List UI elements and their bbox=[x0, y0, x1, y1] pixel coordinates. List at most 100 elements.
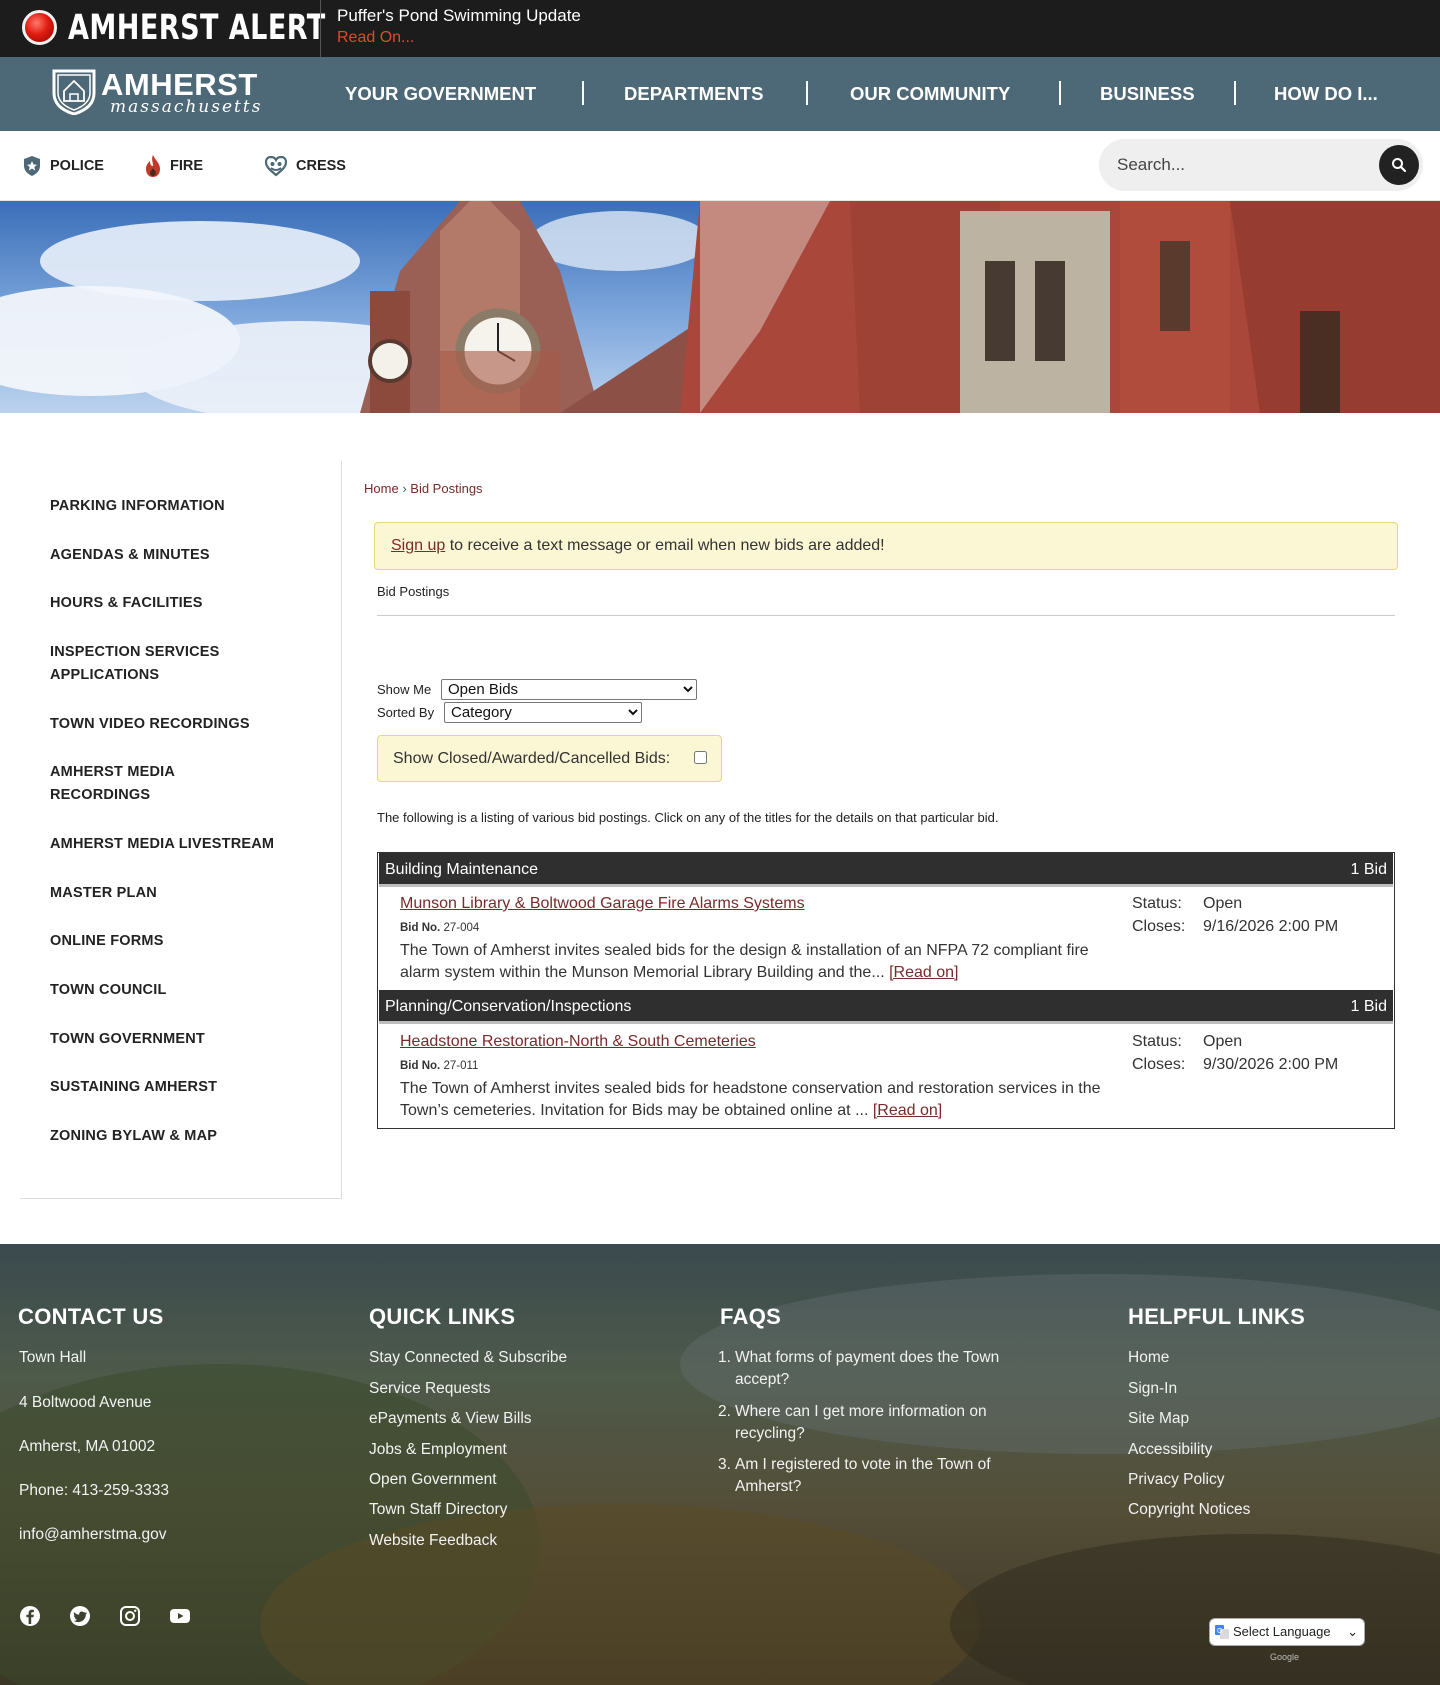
bid-status-label: Status: bbox=[1132, 895, 1182, 912]
nav-how-do-i[interactable]: HOW DO I... bbox=[1274, 81, 1378, 107]
site-footer: CONTACT US Town Hall 4 Boltwood Avenue A… bbox=[0, 1244, 1440, 1685]
sidebar-item-online-forms[interactable]: ONLINE FORMS bbox=[50, 930, 320, 953]
bid-row: Headstone Restoration-North & South Ceme… bbox=[379, 1027, 1393, 1128]
instagram-icon[interactable] bbox=[118, 1604, 142, 1628]
sorted-by-label: Sorted By bbox=[377, 705, 435, 720]
search-icon bbox=[1392, 158, 1407, 173]
bid-status-value: Open bbox=[1203, 1033, 1243, 1050]
faqs-heading: FAQS bbox=[720, 1304, 782, 1329]
quick-link[interactable]: Open Government bbox=[369, 1469, 497, 1491]
alert-title: AMHERST ALERT bbox=[68, 8, 326, 48]
quick-link[interactable]: Website Feedback bbox=[369, 1530, 497, 1552]
amherst-logo[interactable]: AMHERST massachusetts bbox=[50, 67, 260, 119]
category-header: Planning/Conservation/Inspections 1 Bid bbox=[379, 990, 1393, 1024]
signup-link[interactable]: Sign up bbox=[391, 537, 445, 554]
contact-line: 4 Boltwood Avenue bbox=[19, 1394, 152, 1411]
category-name: Planning/Conservation/Inspections bbox=[385, 998, 632, 1015]
bid-number: Bid No. 27-011 bbox=[400, 1060, 479, 1072]
nav-departments[interactable]: DEPARTMENTS bbox=[624, 81, 763, 107]
bid-closes-value: 9/30/2026 2:00 PM bbox=[1203, 1056, 1339, 1073]
fire-link[interactable]: FIRE bbox=[144, 153, 203, 179]
category-header: Building Maintenance 1 Bid bbox=[379, 853, 1393, 887]
police-link[interactable]: POLICE bbox=[22, 153, 104, 179]
helpful-link[interactable]: Privacy Policy bbox=[1128, 1469, 1224, 1491]
language-select[interactable]: G Select Language ⌄ bbox=[1209, 1618, 1365, 1646]
sidebar-item-parking-information[interactable]: PARKING INFORMATION bbox=[50, 495, 320, 518]
sidebar-item-sustaining-amherst[interactable]: SUSTAINING AMHERST bbox=[50, 1076, 320, 1099]
nav-our-community[interactable]: OUR COMMUNITY bbox=[850, 81, 1010, 107]
bid-description: The Town of Amherst invites sealed bids … bbox=[400, 1080, 1101, 1119]
helpful-link[interactable]: Home bbox=[1128, 1347, 1169, 1369]
sidebar-item-town-council[interactable]: TOWN COUNCIL bbox=[50, 979, 320, 1002]
helpful-link[interactable]: Copyright Notices bbox=[1128, 1499, 1250, 1521]
youtube-icon[interactable] bbox=[168, 1604, 192, 1628]
contact-heading: CONTACT US bbox=[18, 1304, 164, 1329]
language-select-label: Select Language bbox=[1233, 1624, 1331, 1639]
cress-link[interactable]: CRESS bbox=[264, 153, 346, 179]
nav-divider bbox=[1059, 81, 1061, 105]
quick-link[interactable]: Jobs & Employment bbox=[369, 1439, 507, 1461]
police-badge-icon bbox=[24, 156, 40, 176]
contact-line: Town Hall bbox=[19, 1349, 87, 1366]
quick-link[interactable]: ePayments & View Bills bbox=[369, 1408, 532, 1430]
sidebar-item-town-video-recordings[interactable]: TOWN VIDEO RECORDINGS bbox=[50, 713, 320, 736]
helpful-link[interactable]: Sign-In bbox=[1128, 1378, 1177, 1400]
nav-business[interactable]: BUSINESS bbox=[1100, 81, 1195, 107]
bid-title-link[interactable]: Headstone Restoration-North & South Ceme… bbox=[400, 1033, 756, 1051]
faq-item[interactable]: 3. Am I registered to vote in the Town of… bbox=[718, 1454, 1050, 1498]
faq-item[interactable]: 2. Where can I get more information on re… bbox=[718, 1401, 1050, 1445]
sidebar-item-amherst-media-recordings[interactable]: AMHERST MEDIA RECORDINGS bbox=[50, 761, 220, 807]
sidebar-item-hours-facilities[interactable]: HOURS & FACILITIES bbox=[50, 592, 320, 615]
quick-link[interactable]: Stay Connected & Subscribe bbox=[369, 1347, 567, 1369]
flame-icon bbox=[146, 155, 160, 177]
search-button[interactable] bbox=[1379, 145, 1419, 185]
twitter-icon[interactable] bbox=[68, 1604, 92, 1628]
town-seal-icon bbox=[52, 69, 96, 115]
show-me-select[interactable]: Open Bids bbox=[441, 679, 697, 700]
bid-description: The Town of Amherst invites sealed bids … bbox=[400, 942, 1089, 981]
alert-message-link[interactable]: Puffer's Pond Swimming Update bbox=[337, 5, 581, 27]
nav-divider bbox=[806, 81, 808, 105]
sidebar-item-agendas-minutes[interactable]: AGENDAS & MINUTES bbox=[50, 544, 320, 567]
breadcrumb-home-link[interactable]: Home bbox=[364, 481, 399, 496]
bid-read-on-link[interactable]: [Read on] bbox=[889, 964, 958, 981]
bid-listing-table: Building Maintenance 1 Bid Munson Librar… bbox=[377, 852, 1395, 1129]
sidebar-item-master-plan[interactable]: MASTER PLAN bbox=[50, 882, 320, 905]
utility-bar: POLICE FIRE CRESS bbox=[0, 131, 1440, 201]
sorted-by-select[interactable]: Category bbox=[444, 702, 642, 723]
alert-bar: AMHERST ALERT Puffer's Pond Swimming Upd… bbox=[0, 0, 1440, 57]
alert-read-on-link[interactable]: Read On... bbox=[337, 27, 414, 49]
contact-email-link[interactable]: info@amherstma.gov bbox=[19, 1524, 167, 1546]
contact-phone: Phone: 413-259-3333 bbox=[19, 1482, 169, 1499]
show-closed-bids-checkbox[interactable] bbox=[694, 751, 707, 764]
nav-your-government[interactable]: YOUR GOVERNMENT bbox=[345, 81, 536, 107]
bid-closes-value: 9/16/2026 2:00 PM bbox=[1203, 918, 1339, 935]
category-count: 1 Bid bbox=[1350, 861, 1387, 878]
main-navigation: AMHERST massachusetts YOUR GOVERNMENT DE… bbox=[0, 57, 1440, 131]
bid-title-link[interactable]: Munson Library & Boltwood Garage Fire Al… bbox=[400, 895, 805, 913]
sidebar-item-amherst-media-livestream[interactable]: AMHERST MEDIA LIVESTREAM bbox=[50, 833, 320, 856]
sidebar-item-town-government[interactable]: TOWN GOVERNMENT bbox=[50, 1028, 320, 1051]
bid-read-on-link[interactable]: [Read on] bbox=[873, 1102, 942, 1119]
facebook-icon[interactable] bbox=[18, 1604, 42, 1628]
fire-label: FIRE bbox=[170, 158, 204, 174]
breadcrumb: Home › Bid Postings bbox=[364, 481, 483, 496]
nav-divider bbox=[1234, 81, 1236, 105]
sidebar-item-zoning-bylaw-map[interactable]: ZONING BYLAW & MAP bbox=[50, 1125, 320, 1148]
faq-item[interactable]: 1. What forms of payment does the Town ac… bbox=[718, 1347, 1050, 1391]
quick-links-heading: QUICK LINKS bbox=[369, 1304, 516, 1329]
bid-closes-label: Closes: bbox=[1132, 918, 1186, 935]
helpful-link[interactable]: Site Map bbox=[1128, 1408, 1189, 1430]
quick-link[interactable]: Town Staff Directory bbox=[369, 1499, 507, 1521]
quick-link[interactable]: Service Requests bbox=[369, 1378, 490, 1400]
helpful-link[interactable]: Accessibility bbox=[1128, 1439, 1212, 1461]
show-closed-bids-box: Show Closed/Awarded/Cancelled Bids: bbox=[377, 735, 722, 782]
search-input[interactable] bbox=[1117, 152, 1357, 178]
alert-divider bbox=[320, 0, 321, 57]
search-box bbox=[1099, 139, 1423, 191]
nav-divider bbox=[582, 81, 584, 105]
sidebar-item-inspection-services[interactable]: INSPECTION SERVICES APPLICATIONS bbox=[50, 641, 250, 687]
breadcrumb-current-link[interactable]: Bid Postings bbox=[410, 481, 482, 496]
sidebar-navigation: PARKING INFORMATION AGENDAS & MINUTES HO… bbox=[20, 461, 342, 1199]
listing-intro-text: The following is a listing of various bi… bbox=[377, 810, 999, 825]
